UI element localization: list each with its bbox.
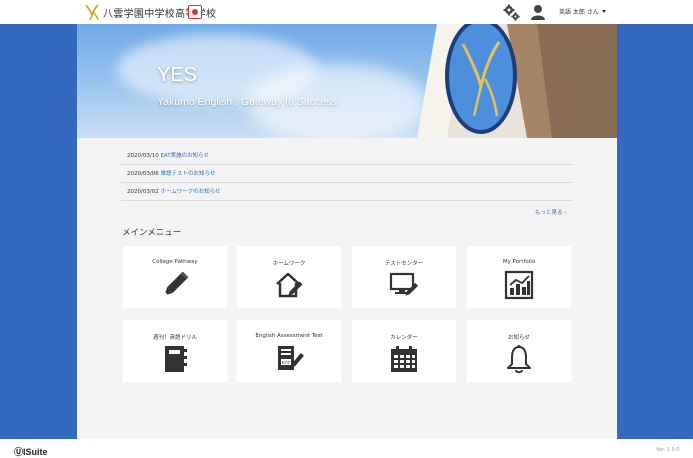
- bar-chart-icon: [504, 270, 534, 300]
- menu-card-calendar[interactable]: カレンダー: [352, 320, 456, 382]
- school-logo-icon[interactable]: [84, 3, 100, 21]
- hero-title: YES: [157, 64, 198, 86]
- left-side-panel: [0, 24, 77, 439]
- news-item[interactable]: 2020/03/02 ホームワークのお知らせ: [121, 183, 573, 201]
- bell-icon: [507, 345, 531, 374]
- menu-card-label: My Portfolio: [502, 259, 536, 265]
- more-news-link[interactable]: もっと見る ›: [535, 208, 566, 216]
- house-pencil-icon: [276, 272, 303, 298]
- main-menu-heading: メインメニュー: [122, 228, 182, 238]
- monitor-pencil-icon: [389, 272, 419, 296]
- pencil-icon: [164, 271, 189, 296]
- hero-banner: YES Yakumo English : Gateway to Success: [77, 24, 617, 138]
- news-title-link[interactable]: EAT実施のお知らせ: [160, 153, 209, 159]
- menu-card-label: 週刊！英語ドリル: [152, 335, 197, 341]
- menu-card-label: College Pathway: [152, 259, 198, 265]
- user-avatar-icon[interactable]: [530, 4, 546, 20]
- chevron-down-icon[interactable]: [602, 10, 606, 13]
- menu-card-label: English Assessment Test: [255, 333, 323, 339]
- hero-building-logo-image: [417, 24, 617, 138]
- menu-card-label: ホームワーク: [272, 261, 306, 267]
- brand-logo: ⓊISuite: [14, 447, 48, 457]
- right-side-panel: [617, 24, 693, 439]
- news-date: 2020/03/10: [127, 153, 159, 159]
- user-name[interactable]: 英語 太郎 さん: [559, 7, 599, 16]
- hero-subtitle: Yakumo English : Gateway to Success: [157, 96, 337, 108]
- menu-card-label: お知らせ: [508, 335, 530, 341]
- news-item[interactable]: 2020/03/10 EAT実施のお知らせ: [121, 147, 573, 165]
- menu-card-label: カレンダー: [390, 335, 418, 341]
- school-seal-icon: [188, 5, 202, 19]
- news-item[interactable]: 2020/03/06 単語テストのお知らせ: [121, 165, 573, 183]
- menu-card-label: テストセンター: [384, 261, 424, 267]
- footer-bar: [0, 439, 693, 458]
- version-label: Ver. 1.0.0: [656, 447, 680, 453]
- calendar-icon: [391, 346, 417, 372]
- menu-card-english-assessment-test[interactable]: English Assessment Test EAT: [237, 320, 341, 382]
- menu-card-my-portfolio[interactable]: My Portfolio: [467, 246, 571, 308]
- menu-card-college-pathway[interactable]: College Pathway: [123, 246, 227, 308]
- menu-card-homework[interactable]: ホームワーク: [237, 246, 341, 308]
- news-title-link[interactable]: 単語テストのお知らせ: [160, 171, 215, 177]
- main-content: YES Yakumo English : Gateway to Success …: [77, 24, 617, 439]
- notebook-icon: [165, 346, 187, 372]
- news-date: 2020/03/06: [127, 171, 159, 177]
- menu-card-weekly-english-drill[interactable]: 週刊！英語ドリル: [123, 320, 227, 382]
- news-title-link[interactable]: ホームワークのお知らせ: [160, 189, 220, 195]
- settings-gear-icon[interactable]: [503, 4, 520, 21]
- menu-card-notifications[interactable]: お知らせ: [467, 320, 571, 382]
- top-header: 八雲学園中学校高等学校 英語 太郎 さん: [0, 0, 693, 24]
- menu-card-test-center[interactable]: テストセンター: [352, 246, 456, 308]
- news-date: 2020/03/02: [127, 189, 159, 195]
- svg-text:EAT: EAT: [282, 360, 291, 365]
- eat-document-icon: EAT: [278, 346, 304, 370]
